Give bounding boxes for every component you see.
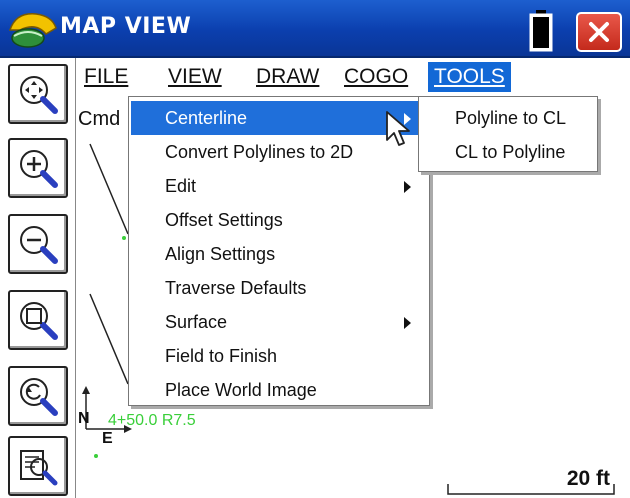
menu-item-label: Surface <box>165 312 228 332</box>
menu-item-label: Centerline <box>165 108 248 128</box>
menu-item-centerline[interactable]: Centerline <box>131 101 427 135</box>
menu-item-label: Field to Finish <box>165 346 278 366</box>
zoom-out-button[interactable] <box>8 214 68 274</box>
scale-label: 20 ft <box>566 467 610 490</box>
zoom-list-button[interactable] <box>8 436 68 496</box>
zoom-out-icon <box>20 226 58 264</box>
app-logo-icon <box>8 13 57 48</box>
mouse-cursor-icon <box>386 111 410 146</box>
menu-item-offset-settings[interactable]: Offset Settings <box>131 203 427 237</box>
zoom-window-icon <box>20 302 58 340</box>
zoom-in-button[interactable] <box>8 138 68 198</box>
menu-item-surface[interactable]: Surface <box>131 305 427 339</box>
centerline-submenu: Polyline to CL CL to Polyline <box>418 96 598 172</box>
menu-item-label: Convert Polylines to 2D <box>165 142 354 162</box>
menu-item-label: Offset Settings <box>165 210 283 230</box>
title-bar: MAP VIEW <box>0 0 630 58</box>
menu-item-place-world-image[interactable]: Place World Image <box>131 373 427 407</box>
menu-item-align-settings[interactable]: Align Settings <box>131 237 427 271</box>
north-label: N <box>78 410 90 427</box>
menu-item-label: Traverse Defaults <box>165 278 307 298</box>
menu-item-convert-polylines[interactable]: Convert Polylines to 2D <box>131 135 427 169</box>
menu-draw[interactable]: DRAW <box>250 62 325 92</box>
station-label: 4+50.0 R7.5 <box>108 412 196 429</box>
east-label: E <box>102 430 113 447</box>
zoom-list-icon <box>20 450 58 486</box>
zoom-previous-icon <box>20 378 58 416</box>
zoom-window-button[interactable] <box>8 290 68 350</box>
battery-icon <box>529 10 553 52</box>
zoom-extents-button[interactable] <box>8 64 68 124</box>
submenu-item-cl-to-polyline[interactable]: CL to Polyline <box>419 135 597 169</box>
command-label: Cmd <box>78 108 121 130</box>
status-bar: 20 ft <box>76 464 630 498</box>
close-icon <box>589 22 609 42</box>
zoom-in-icon <box>20 150 58 188</box>
menu-item-label: Place World Image <box>165 380 317 400</box>
menu-cogo[interactable]: COGO <box>338 62 414 92</box>
window-title: MAP VIEW <box>60 14 192 39</box>
submenu-arrow-icon <box>404 317 411 329</box>
menu-bar: FILE VIEW DRAW COGO TOOLS <box>76 60 630 94</box>
menu-item-traverse-defaults[interactable]: Traverse Defaults <box>131 271 427 305</box>
zoom-previous-button[interactable] <box>8 366 68 426</box>
menu-file[interactable]: FILE <box>78 62 134 92</box>
zoom-toolbar <box>0 58 76 498</box>
menu-item-label: Edit <box>165 176 197 196</box>
submenu-item-polyline-to-cl[interactable]: Polyline to CL <box>419 101 597 135</box>
menu-item-field-to-finish[interactable]: Field to Finish <box>131 339 427 373</box>
submenu-arrow-icon <box>404 181 411 193</box>
menu-view[interactable]: VIEW <box>162 62 228 92</box>
menu-item-edit[interactable]: Edit <box>131 169 427 203</box>
menu-item-label: Align Settings <box>165 244 276 264</box>
zoom-extents-icon <box>20 76 58 114</box>
close-button[interactable] <box>576 12 622 52</box>
menu-tools[interactable]: TOOLS <box>428 62 511 92</box>
